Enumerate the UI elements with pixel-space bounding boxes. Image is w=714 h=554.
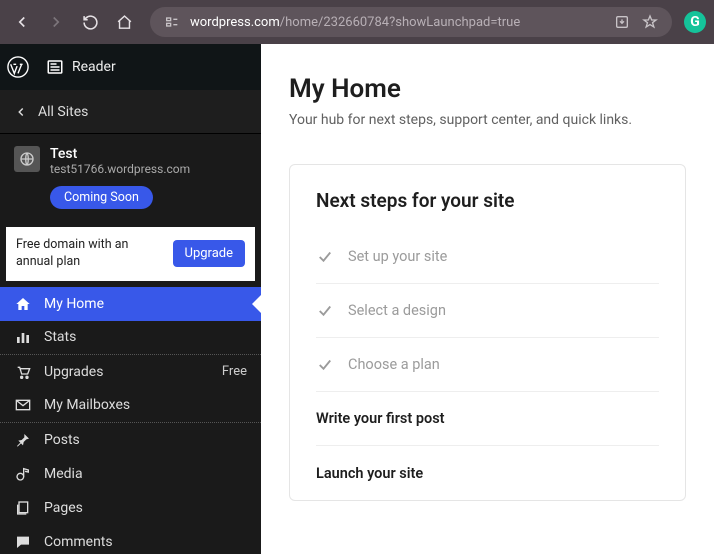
sidebar: Reader All Sites Test test51766.wordpres… (0, 44, 261, 554)
nav-label: Stats (44, 329, 247, 345)
cart-icon (14, 363, 32, 381)
nav-home[interactable]: My Home (0, 287, 261, 321)
nav-label: Comments (44, 534, 247, 550)
wordpress-logo[interactable] (0, 56, 36, 78)
upgrade-button[interactable]: Upgrade (173, 240, 245, 267)
media-icon (14, 465, 32, 483)
install-app-icon[interactable] (612, 12, 632, 32)
reader-label: Reader (72, 59, 116, 75)
nav-mailboxes[interactable]: My Mailboxes (0, 389, 261, 423)
nav-posts[interactable]: Posts (0, 423, 261, 457)
site-name: Test (50, 146, 190, 162)
page-subtitle: Your hub for next steps, support center,… (289, 112, 686, 128)
nav: My Home Stats Upgrades Free My Mailboxes… (0, 287, 261, 554)
reader-link[interactable]: Reader (36, 58, 126, 76)
grammarly-extension-icon[interactable]: G (684, 11, 706, 33)
nav-label: My Mailboxes (44, 397, 247, 413)
forward-button[interactable] (42, 8, 70, 36)
nav-pages[interactable]: Pages (0, 491, 261, 525)
step-setup[interactable]: Set up your site (316, 230, 659, 284)
nav-meta: Free (222, 364, 247, 379)
main-content: My Home Your hub for next steps, support… (261, 44, 714, 554)
step-first-post[interactable]: Write your first post (316, 392, 659, 446)
all-sites-link[interactable]: All Sites (0, 90, 261, 134)
step-label: Choose a plan (348, 356, 440, 373)
pages-icon (14, 499, 32, 517)
url-text: wordpress.com/home/232660784?showLaunchp… (190, 15, 604, 30)
address-bar[interactable]: wordpress.com/home/232660784?showLaunchp… (150, 7, 672, 37)
nav-comments[interactable]: Comments (0, 525, 261, 554)
step-label: Select a design (348, 302, 446, 319)
bookmark-icon[interactable] (640, 12, 660, 32)
browser-toolbar: wordpress.com/home/232660784?showLaunchp… (0, 0, 714, 44)
nav-label: Pages (44, 500, 247, 516)
step-launch[interactable]: Launch your site (316, 446, 659, 500)
check-icon (316, 356, 334, 374)
site-avatar (14, 146, 40, 172)
nav-label: Media (44, 466, 247, 482)
top-rail: Reader (0, 44, 261, 90)
pin-icon (14, 431, 32, 449)
upsell-banner: Free domain with an annual plan Upgrade (6, 227, 255, 281)
home-icon (14, 295, 32, 313)
step-label: Launch your site (316, 465, 423, 482)
stats-icon (14, 328, 32, 346)
step-plan[interactable]: Choose a plan (316, 338, 659, 392)
site-block: Test test51766.wordpress.com Coming Soon (0, 134, 261, 221)
page-title: My Home (289, 74, 686, 104)
site-url: test51766.wordpress.com (50, 162, 190, 176)
site-settings-icon[interactable] (162, 12, 182, 32)
back-button[interactable] (8, 8, 36, 36)
nav-label: Posts (44, 432, 247, 448)
nav-stats[interactable]: Stats (0, 321, 261, 355)
upsell-text: Free domain with an annual plan (16, 237, 165, 271)
nav-label: My Home (44, 296, 247, 312)
reload-button[interactable] (76, 8, 104, 36)
comments-icon (14, 533, 32, 551)
nav-media[interactable]: Media (0, 457, 261, 491)
card-title: Next steps for your site (316, 189, 659, 212)
next-steps-card: Next steps for your site Set up your sit… (289, 164, 686, 501)
check-icon (316, 302, 334, 320)
step-label: Set up your site (348, 248, 447, 265)
status-badge: Coming Soon (50, 186, 153, 209)
all-sites-label: All Sites (38, 104, 88, 120)
nav-label: Upgrades (44, 364, 210, 380)
step-label: Write your first post (316, 410, 445, 427)
check-icon (316, 248, 334, 266)
nav-upgrades[interactable]: Upgrades Free (0, 355, 261, 389)
mail-icon (14, 396, 32, 414)
home-button[interactable] (110, 8, 138, 36)
step-design[interactable]: Select a design (316, 284, 659, 338)
